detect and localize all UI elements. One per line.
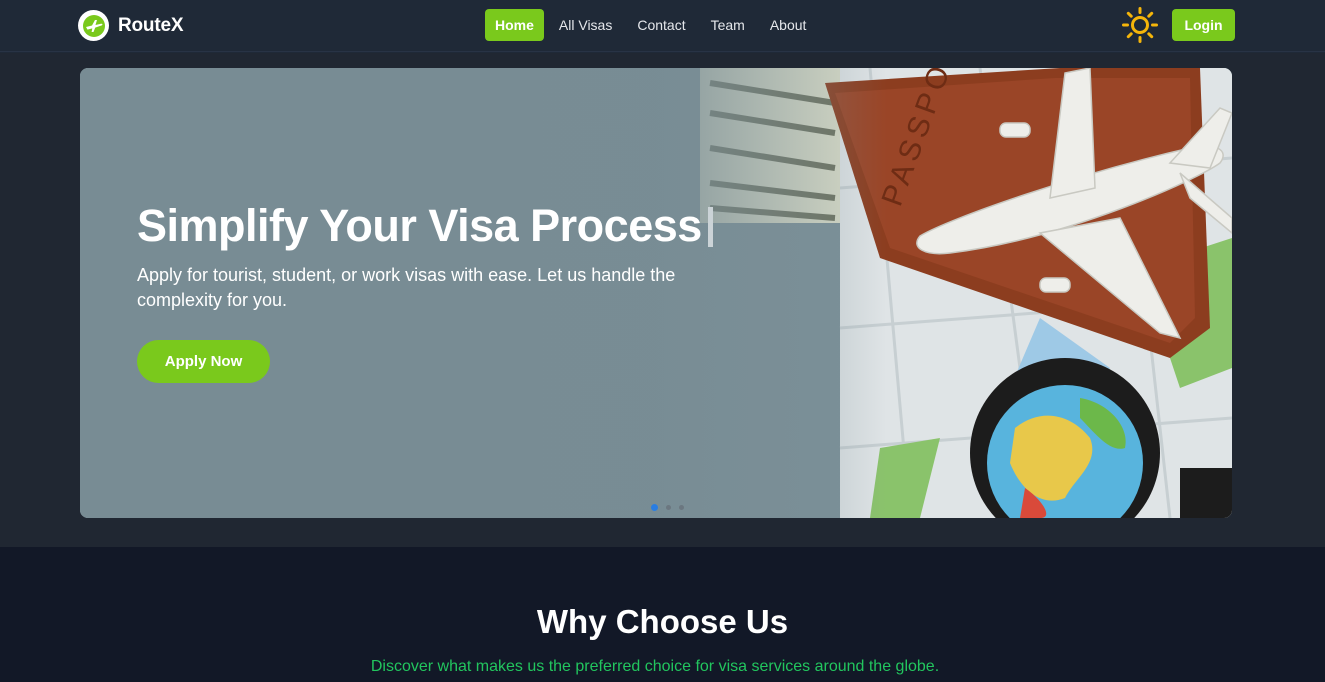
why-title: Why Choose Us: [536, 603, 789, 640]
why-subtitle: Discover what makes us the preferred cho…: [370, 658, 940, 675]
carousel-dots: [651, 504, 684, 511]
hero-subtitle: Apply for tourist, student, or work visa…: [137, 265, 676, 310]
nav-link-contact[interactable]: Contact: [627, 9, 695, 41]
sun-icon[interactable]: [1121, 6, 1159, 44]
nav-link-home[interactable]: Home: [485, 9, 544, 41]
nav-links: Home All Visas Contact Team About: [485, 9, 821, 41]
carousel-dot-1[interactable]: [651, 504, 658, 511]
navbar: RouteX Home All Visas Contact Team About…: [0, 0, 1325, 52]
apply-now-button[interactable]: Apply Now: [137, 340, 270, 383]
nav-link-team[interactable]: Team: [701, 9, 755, 41]
hero-section: PASSPORT Simplify Your Vis: [0, 53, 1325, 547]
plane-logo-icon: [78, 10, 109, 41]
carousel-dot-2[interactable]: [666, 505, 671, 510]
brand-name: RouteX: [118, 14, 184, 36]
nav-link-all-visas[interactable]: All Visas: [549, 9, 622, 41]
hero-carousel: PASSPORT Simplify Your Vis: [80, 68, 1232, 518]
typing-caret: [707, 207, 713, 247]
login-button[interactable]: Login: [1172, 9, 1235, 41]
hero-title: Simplify Your Visa Process: [137, 200, 713, 252]
why-choose-us-section: Why Choose Us Discover what makes us the…: [0, 547, 1325, 682]
hero-title-text: Simplify Your Visa Process: [137, 200, 702, 251]
carousel-dot-3[interactable]: [679, 505, 684, 510]
brand[interactable]: RouteX: [78, 10, 184, 41]
nav-link-about[interactable]: About: [760, 9, 817, 41]
